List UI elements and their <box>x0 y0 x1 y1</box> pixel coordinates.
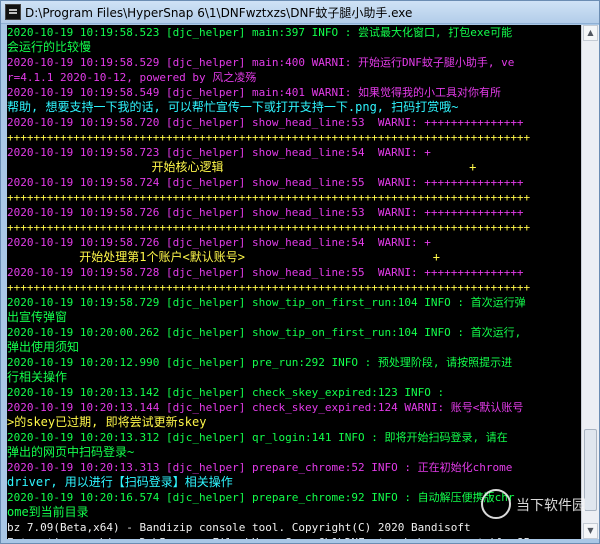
console-line: 2020-10-19 10:19:58.729 [djc_helper] sho… <box>7 296 526 309</box>
console-line: 2020-10-19 10:19:58.720 [djc_helper] sho… <box>7 116 524 129</box>
console-line: driver, 用以进行【扫码登录】相关操作 <box>7 475 233 489</box>
console-line: 2020-10-19 10:19:58.726 [djc_helper] sho… <box>7 236 431 249</box>
console-line: 2020-10-19 10:20:13.313 [djc_helper] pre… <box>7 461 513 474</box>
console-line: ++++++++++++++++++++++++++++++++++++++++… <box>7 131 531 144</box>
console-line: 弹出使用须知 <box>7 340 80 354</box>
console-line: 2020-10-19 10:20:00.262 [djc_helper] sho… <box>7 326 522 339</box>
console-line: 会运行的比较慢 <box>7 40 92 54</box>
console-line: 2020-10-19 10:19:58.728 [djc_helper] sho… <box>7 266 524 279</box>
console-line: 2020-10-19 10:20:12.990 [djc_helper] pre… <box>7 356 513 369</box>
window-title: D:\Program Files\HyperSnap 6\1\DNFwztxzs… <box>25 6 413 20</box>
console-line: ++++++++++++++++++++++++++++++++++++++++… <box>7 191 531 204</box>
console-line: 2020-10-19 10:19:58.529 [djc_helper] mai… <box>7 56 515 69</box>
console-line: 2020-10-19 10:20:13.144 [djc_helper] che… <box>7 401 524 414</box>
console-line: 2020-10-19 10:20:16.574 [djc_helper] pre… <box>7 491 515 504</box>
console-line: ome到当前目录 <box>7 505 89 519</box>
console-window: D:\Program Files\HyperSnap 6\1\DNFwztxzs… <box>0 0 600 544</box>
console-line: 2020-10-19 10:19:58.723 [djc_helper] sho… <box>7 146 431 159</box>
scroll-up-button[interactable]: ▲ <box>583 25 598 41</box>
watermark-logo: 当下软件园 <box>481 489 586 521</box>
console-line: >的skey已过期, 即将尝试更新skey <box>7 415 207 429</box>
console-line: ++++++++++++++++++++++++++++++++++++++++… <box>7 281 531 294</box>
console-line: 2020-10-19 10:19:58.726 [djc_helper] sho… <box>7 206 524 219</box>
console-line: 行相关操作 <box>7 370 68 384</box>
scroll-down-button[interactable]: ▼ <box>583 523 598 539</box>
console-line: 2020-10-19 10:19:58.724 [djc_helper] sho… <box>7 176 524 189</box>
console-line: 2020-10-19 10:20:13.312 [djc_helper] qr_… <box>7 431 508 444</box>
console-line: Extracting archive: D:\Program Files\Hyp… <box>7 535 537 539</box>
console-line: 2020-10-19 10:19:58.549 [djc_helper] mai… <box>7 86 501 99</box>
console-line: ++++++++++++++++++++++++++++++++++++++++… <box>7 221 531 234</box>
vertical-scrollbar[interactable]: ▲ ▼ <box>581 25 599 539</box>
title-bar[interactable]: D:\Program Files\HyperSnap 6\1\DNFwztxzs… <box>1 1 599 24</box>
console-app-icon <box>5 4 21 20</box>
console-line: r=4.1.1 2020-10-12, powered by 风之凌殇 <box>7 71 257 84</box>
console-output[interactable]: 2020-10-19 10:19:58.523 [djc_helper] mai… <box>7 25 581 539</box>
console-line: bz 7.09(Beta,x64) - Bandizip console too… <box>7 521 471 534</box>
console-line: 2020-10-19 10:20:13.142 [djc_helper] che… <box>7 386 445 399</box>
watermark-text: 当下软件园 <box>516 498 586 514</box>
console-line: 开始处理第1个账户<默认账号> + <box>7 250 440 264</box>
console-line: 出宣传弹窗 <box>7 310 68 324</box>
console-line: 帮助, 想要支持一下我的话, 可以帮忙宣传一下或打开支持一下.png, 扫码打赏… <box>7 100 459 114</box>
console-line: 开始核心逻辑 + <box>7 160 477 174</box>
watermark-icon <box>481 489 511 519</box>
console-line: 弹出的网页中扫码登录~ <box>7 445 135 459</box>
console-line: 2020-10-19 10:19:58.523 [djc_helper] mai… <box>7 26 513 39</box>
